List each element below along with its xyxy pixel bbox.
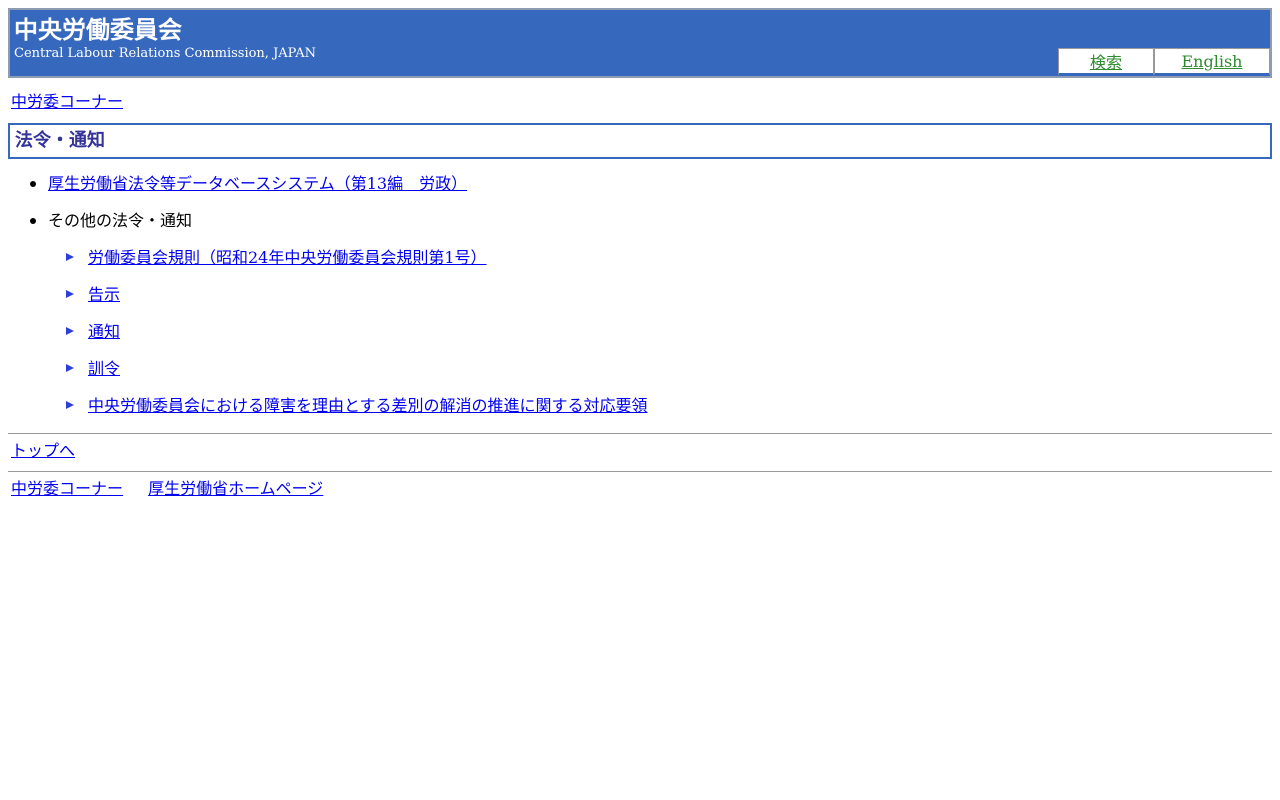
database-link[interactable]: 厚生労働省法令等データベースシステム（第13編 労政） — [48, 174, 467, 193]
divider — [8, 433, 1272, 434]
rules-link[interactable]: 労働委員会規則（昭和24年中央労働委員会規則第1号） — [88, 248, 487, 267]
back-to-top-link[interactable]: トップへ — [11, 441, 75, 460]
footer-links: 中労委コーナー 厚生労働省ホームページ — [11, 479, 323, 499]
sub-list-item: 中央労働委員会における障害を理由とする差別の解消の推進に関する対応要領 — [66, 394, 648, 418]
breadcrumb: 中労委コーナー — [11, 92, 123, 112]
triangle-right-icon — [66, 364, 74, 372]
triangle-right-icon — [66, 253, 74, 261]
instruction-link[interactable]: 訓令 — [88, 359, 120, 378]
divider — [8, 471, 1272, 472]
english-link[interactable]: English — [1182, 52, 1243, 71]
back-to-top: トップへ — [11, 441, 75, 461]
page-title: 法令・通知 — [15, 130, 105, 151]
tab-english[interactable]: English — [1154, 48, 1270, 76]
section-heading: 法令・通知 — [8, 123, 1272, 159]
site-header: 中央労働委員会 Central Labour Relations Commiss… — [8, 8, 1272, 78]
tab-search[interactable]: 検索 — [1058, 48, 1154, 76]
site-subtitle: Central Labour Relations Commission, JAP… — [14, 46, 316, 61]
notice-link[interactable]: 告示 — [88, 285, 120, 304]
triangle-right-icon — [66, 327, 74, 335]
bullet-icon — [30, 218, 36, 224]
breadcrumb-link[interactable]: 中労委コーナー — [11, 92, 123, 111]
site-title: 中央労働委員会 — [14, 15, 182, 44]
sub-list-item: 訓令 — [66, 357, 120, 381]
triangle-right-icon — [66, 290, 74, 298]
footer-link-chuoroi[interactable]: 中労委コーナー — [11, 479, 123, 498]
sub-list-item: 告示 — [66, 283, 120, 307]
footer-link-mhlw[interactable]: 厚生労働省ホームページ — [148, 479, 323, 498]
disability-guideline-link[interactable]: 中央労働委員会における障害を理由とする差別の解消の推進に関する対応要領 — [88, 396, 648, 415]
header-tabs: 検索 English — [1058, 48, 1270, 76]
bullet-icon — [30, 181, 36, 187]
search-link[interactable]: 検索 — [1090, 49, 1122, 73]
sub-list-item: 労働委員会規則（昭和24年中央労働委員会規則第1号） — [66, 246, 487, 270]
list-item: その他の法令・通知 — [30, 209, 193, 233]
triangle-right-icon — [66, 401, 74, 409]
other-laws-label: その他の法令・通知 — [48, 211, 193, 230]
sub-list-item: 通知 — [66, 320, 120, 344]
list-item: 厚生労働省法令等データベースシステム（第13編 労政） — [30, 172, 467, 196]
circular-link[interactable]: 通知 — [88, 322, 120, 341]
